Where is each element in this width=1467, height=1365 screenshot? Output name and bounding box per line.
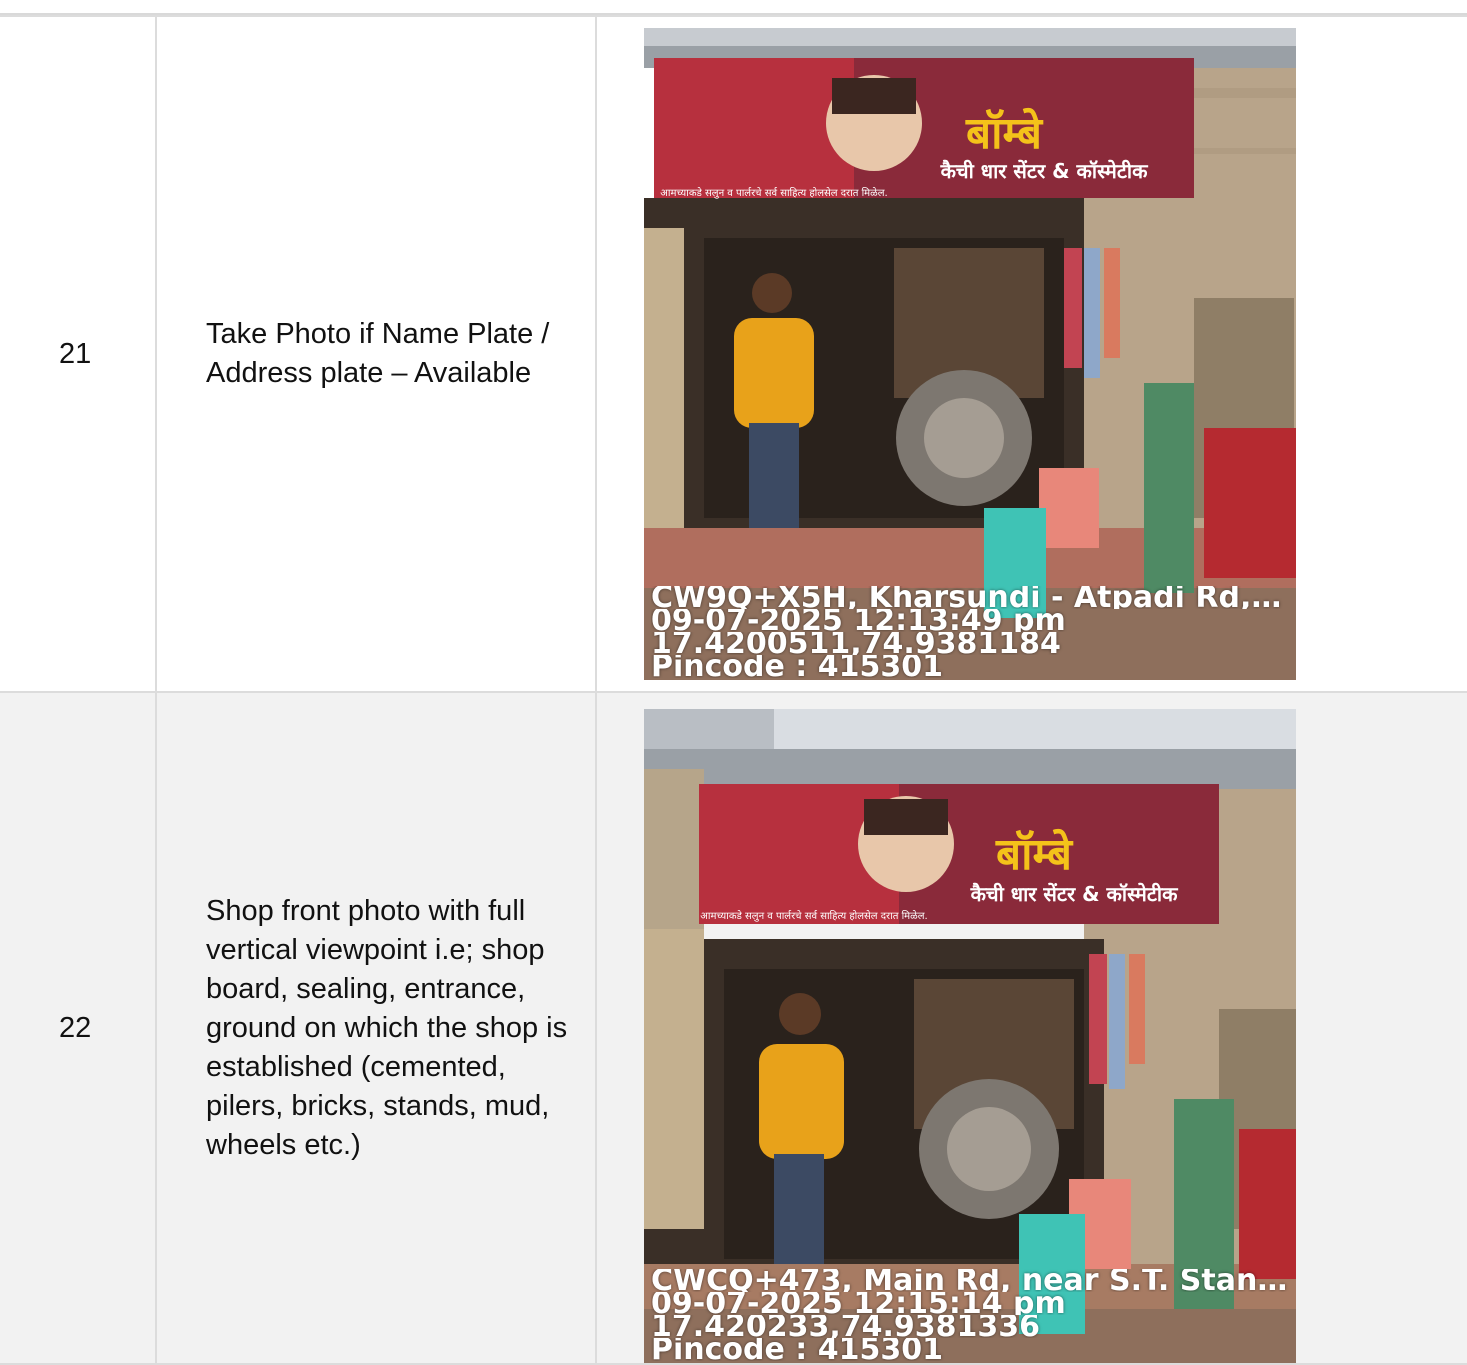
stamp-datetime: 09-07-2025 12:13:49 pm <box>651 609 1066 632</box>
row-photo-cell: बॉम्बे कैची धार सेंटर & कॉस्मेटीक आमच्या… <box>595 15 1467 693</box>
sign-footer: आमच्याकडे सलुन व पार्लरचे सर्व साहित्य ह… <box>700 910 927 922</box>
table-row: 21 Take Photo if Name Plate / Address pl… <box>0 15 1467 693</box>
shop-photo: बॉम्बे कैची धार सेंटर & कॉस्मेटीक आमच्या… <box>644 709 1296 1363</box>
row-number-cell: 21 <box>0 15 157 693</box>
row-description-cell: Shop front photo with full vertical view… <box>155 691 597 1365</box>
stamp-coordinates: 17.4200511,74.9381184 <box>651 632 1061 655</box>
stamp-address: CWCQ+473, Main Rd, near S.T. Stand, ... <box>651 1269 1291 1292</box>
row-description-cell: Take Photo if Name Plate / Address plate… <box>155 15 597 693</box>
shop-photo-image: बॉम्बे कैची धार सेंटर & कॉस्मेटीक आमच्या… <box>644 709 1296 1363</box>
shop-photo: बॉम्बे कैची धार सेंटर & कॉस्मेटीक आमच्या… <box>644 28 1296 680</box>
survey-table: 21 Take Photo if Name Plate / Address pl… <box>0 15 1467 1365</box>
stamp-pincode: Pincode : 415301 <box>651 1338 943 1361</box>
sign-subtitle: कैची धार सेंटर & कॉस्मेटीक <box>940 159 1150 183</box>
row-photo-cell: बॉम्बे कैची धार सेंटर & कॉस्मेटीक आमच्या… <box>595 691 1467 1365</box>
sign-footer: आमच्याकडे सलुन व पार्लरचे सर्व साहित्य ह… <box>660 187 887 199</box>
sign-title: बॉम्बे <box>995 828 1074 880</box>
photo-geo-stamp: CW9Q+X5H, Kharsundi - Atpadi Rd, Atpadi,… <box>651 586 1291 678</box>
sign-title: बॉम्बे <box>965 107 1044 159</box>
row-number: 21 <box>59 337 92 370</box>
shop-photo-image: बॉम्बे कैची धार सेंटर & कॉस्मेटीक आमच्या… <box>644 28 1296 680</box>
stamp-address: CW9Q+X5H, Kharsundi - Atpadi Rd, Atpadi,… <box>651 586 1291 609</box>
row-number-cell: 22 <box>0 691 157 1365</box>
row-description: Take Photo if Name Plate / Address plate… <box>206 318 550 389</box>
stamp-pincode: Pincode : 415301 <box>651 655 943 678</box>
stamp-coordinates: 17.420233,74.9381336 <box>651 1315 1041 1338</box>
table-row: 22 Shop front photo with full vertical v… <box>0 691 1467 1365</box>
stamp-datetime: 09-07-2025 12:15:14 pm <box>651 1292 1066 1315</box>
document-page: 21 Take Photo if Name Plate / Address pl… <box>0 0 1467 1365</box>
sign-subtitle: कैची धार सेंटर & कॉस्मेटीक <box>970 882 1180 906</box>
row-number: 22 <box>59 1011 92 1044</box>
row-description: Shop front photo with full vertical view… <box>206 894 568 1161</box>
photo-geo-stamp: CWCQ+473, Main Rd, near S.T. Stand, ... … <box>651 1269 1291 1361</box>
